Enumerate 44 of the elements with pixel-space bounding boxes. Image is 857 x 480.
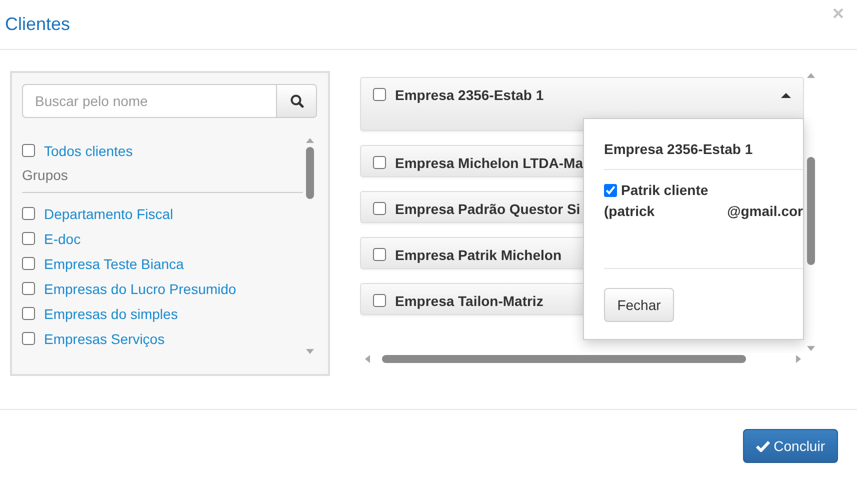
dialog-title: Clientes [5,14,70,35]
checkbox[interactable] [373,156,386,169]
group-link[interactable]: Empresa Teste Bianca [44,256,184,272]
search-icon [290,94,304,108]
group-link[interactable]: Departamento Fiscal [44,206,174,222]
scroll-right-icon[interactable] [795,354,803,364]
checkbox[interactable] [22,232,35,245]
caret-up-icon[interactable] [781,92,791,98]
company-name: Empresa Michelon LTDA-Ma [395,155,583,171]
checkbox[interactable] [373,88,386,101]
popover-title: Empresa 2356-Estab 1 [604,119,803,170]
group-link[interactable]: E-doc [44,230,81,246]
checkbox[interactable] [373,202,386,215]
scroll-up-icon[interactable] [806,71,816,79]
checkbox[interactable] [604,184,617,196]
group-link[interactable]: Empresas do simples [44,306,178,322]
email-text: (patrick [604,203,655,219]
confirm-button[interactable]: Concluir [742,429,838,463]
scrollbar-thumb[interactable] [306,147,314,199]
checkbox[interactable] [22,207,35,220]
scroll-left-icon[interactable] [363,354,371,364]
close-button[interactable]: Fechar [604,288,674,322]
checkbox[interactable] [373,248,386,261]
scrollbar-thumb[interactable] [382,355,746,363]
group-link[interactable]: Empresas Serviços [44,330,165,346]
company-name: Empresa Padrão Questor Si [395,201,580,217]
search-button[interactable] [277,84,317,118]
all-clients-link[interactable]: Todos clientes [44,142,133,158]
company-name: Empresa Tailon-Matriz [395,293,544,309]
groups-heading: Grupos [22,166,69,185]
check-icon [756,440,770,452]
checkbox[interactable] [22,257,35,270]
scroll-down-icon[interactable] [806,345,816,353]
checkbox[interactable] [22,332,35,345]
group-link[interactable]: Empresas do Lucro Presumido [44,280,236,296]
email-text: @gmail.cor [727,203,803,219]
search-field[interactable]: Buscar pelo nome [22,84,277,118]
checkbox[interactable] [22,282,35,295]
checkbox[interactable] [22,144,35,157]
checkbox[interactable] [373,294,386,307]
company-name: Empresa Patrik Michelon [395,247,562,263]
checkbox[interactable] [22,307,35,320]
scrollbar-thumb[interactable] [807,157,815,265]
company-name: Empresa 2356-Estab 1 [395,87,544,103]
